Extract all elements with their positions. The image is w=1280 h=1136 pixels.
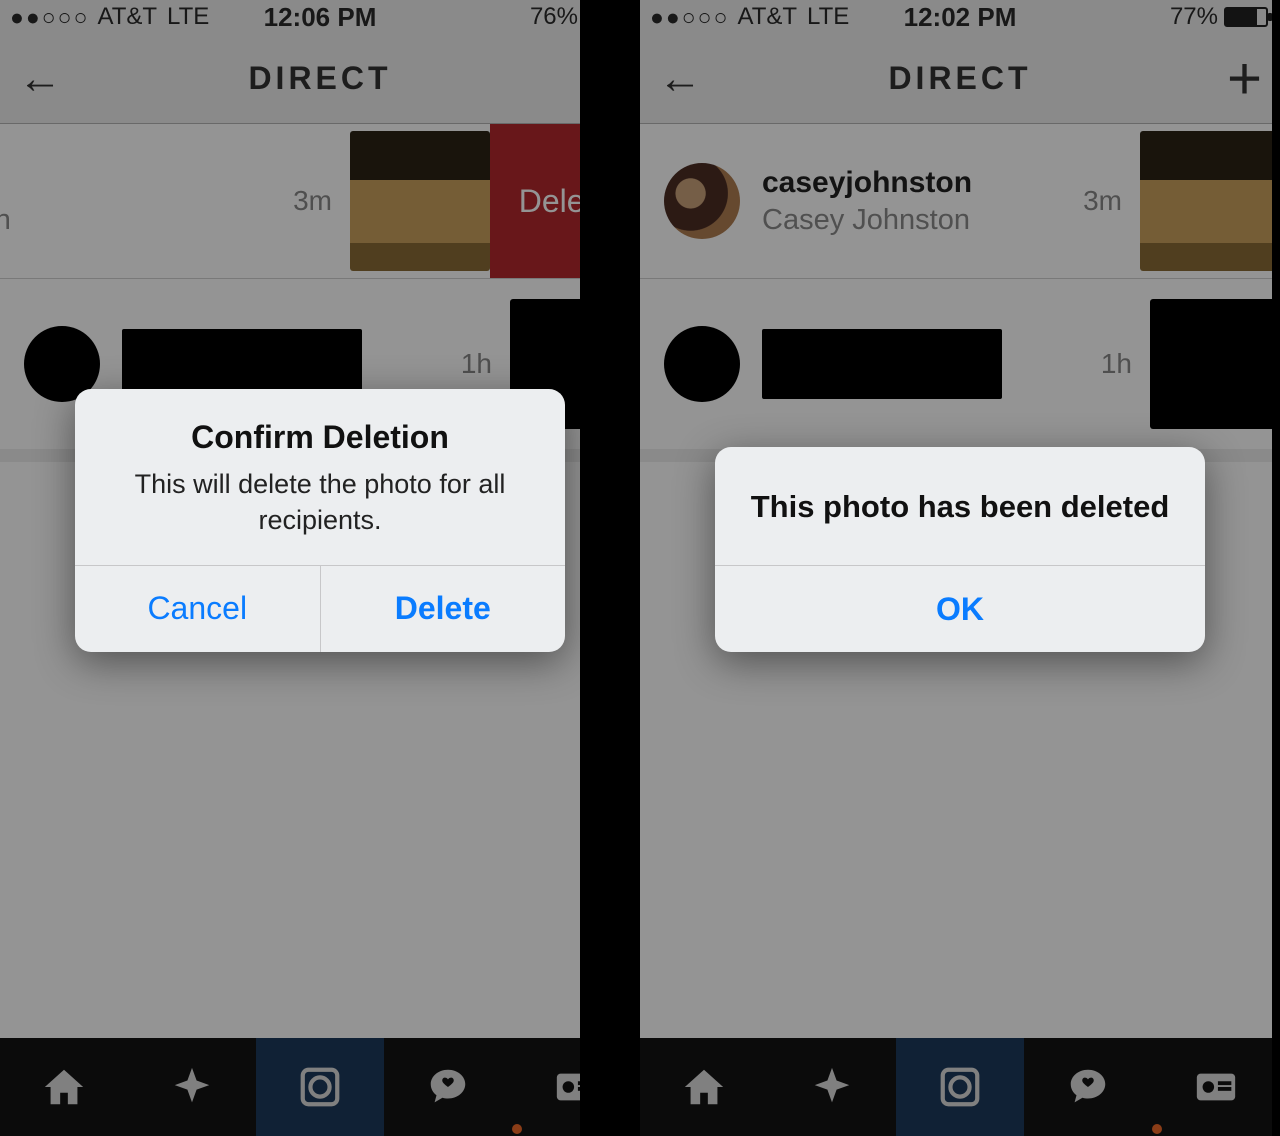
- deleted-alert: This photo has been deleted OK: [715, 447, 1205, 652]
- panel-divider: [580, 0, 640, 1136]
- ok-button[interactable]: OK: [715, 566, 1205, 652]
- confirm-deletion-alert: Confirm Deletion This will delete the ph…: [75, 389, 565, 652]
- alert-title: Confirm Deletion: [103, 419, 537, 456]
- alert-body: Confirm Deletion This will delete the ph…: [75, 389, 565, 565]
- alert-body: This photo has been deleted: [715, 447, 1205, 565]
- delete-button[interactable]: Delete: [320, 566, 566, 652]
- screenshot-right: ●●○○○ AT&T LTE 12:02 PM 77% ← DIRECT + c…: [640, 0, 1280, 1136]
- right-edge: [1272, 0, 1280, 1136]
- alert-message: This will delete the photo for all recip…: [103, 466, 537, 539]
- alert-title: This photo has been deleted: [741, 489, 1179, 525]
- screenshot-left: ●●○○○ AT&T LTE 12:06 PM 76% ← DIRECT + e…: [0, 0, 640, 1136]
- alert-buttons: Cancel Delete: [75, 565, 565, 652]
- alert-buttons: OK: [715, 565, 1205, 652]
- cancel-button[interactable]: Cancel: [75, 566, 320, 652]
